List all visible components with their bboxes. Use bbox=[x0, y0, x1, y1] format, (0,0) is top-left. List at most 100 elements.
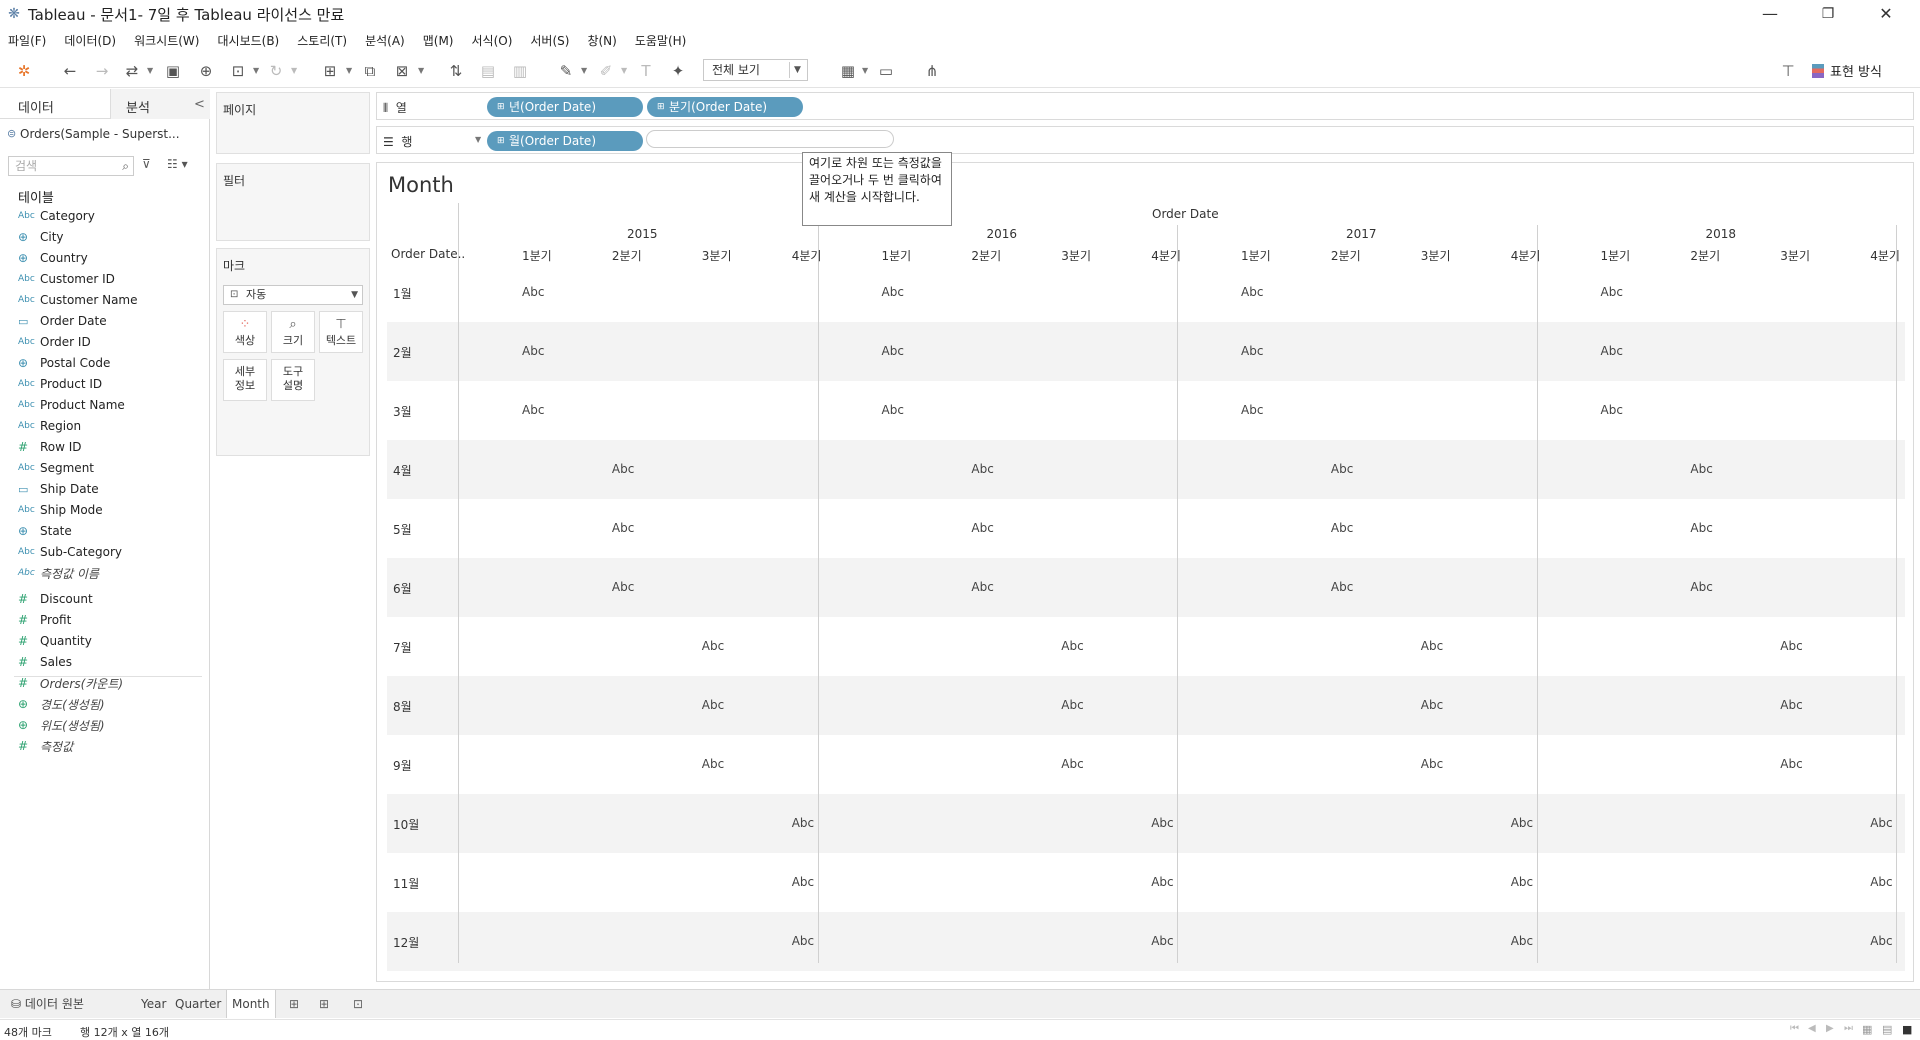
new-story-tab-icon[interactable]: ⊡ bbox=[348, 990, 368, 1018]
chevron-down-icon[interactable]: ▼ bbox=[147, 66, 153, 75]
field-item[interactable]: Abc 측정값 이름 bbox=[18, 563, 99, 583]
mark-text-cell[interactable]: Abc bbox=[1690, 462, 1712, 476]
new-dashboard-tab-icon[interactable]: ⊞ bbox=[314, 990, 334, 1018]
mark-text-cell[interactable]: Abc bbox=[882, 285, 904, 299]
mark-text-cell[interactable]: Abc bbox=[1061, 757, 1083, 771]
sort-ascending-icon[interactable]: ▤ bbox=[478, 61, 498, 81]
mark-text-cell[interactable]: Abc bbox=[1780, 698, 1802, 712]
mark-text-cell[interactable]: Abc bbox=[1331, 462, 1353, 476]
menu-item[interactable]: 워크시트(W) bbox=[134, 32, 199, 49]
show-cards-icon[interactable]: ▦ bbox=[838, 61, 858, 81]
field-item[interactable]: Abc Product ID bbox=[18, 374, 102, 394]
mark-text-cell[interactable]: Abc bbox=[792, 934, 814, 948]
mark-text-cell[interactable]: Abc bbox=[1241, 344, 1263, 358]
nav-prev-icon[interactable]: ◀ bbox=[1808, 1023, 1816, 1034]
mark-text-cell[interactable]: Abc bbox=[1061, 639, 1083, 653]
tab-data[interactable]: 데이터 bbox=[18, 97, 54, 116]
mark-text-cell[interactable]: Abc bbox=[1511, 934, 1533, 948]
mark-text-cell[interactable]: Abc bbox=[1511, 816, 1533, 830]
presentation-icon[interactable]: ▭ bbox=[876, 61, 896, 81]
mark-text-cell[interactable]: Abc bbox=[1061, 698, 1083, 712]
mark-text-cell[interactable]: Abc bbox=[1421, 698, 1443, 712]
view-options-icon[interactable]: ☷ ▾ bbox=[167, 157, 188, 171]
tab-analysis[interactable]: 분석 bbox=[126, 97, 150, 116]
sheet-title[interactable]: Month bbox=[388, 173, 454, 197]
chevron-down-icon[interactable]: ▼ bbox=[253, 66, 259, 75]
mark-text-cell[interactable]: Abc bbox=[1421, 639, 1443, 653]
mark-text-cell[interactable]: Abc bbox=[1780, 757, 1802, 771]
tableau-home-icon[interactable]: ✲ bbox=[14, 61, 34, 81]
duplicate-icon[interactable]: ⧉ bbox=[360, 61, 380, 81]
mark-text-cell[interactable]: Abc bbox=[702, 698, 724, 712]
field-item[interactable]: # Row ID bbox=[18, 437, 82, 457]
field-item[interactable]: ▭ Order Date bbox=[18, 311, 107, 331]
nav-next-icon[interactable]: ▶ bbox=[1826, 1023, 1834, 1034]
mark-text-cell[interactable]: Abc bbox=[971, 580, 993, 594]
field-item[interactable]: ⊕ State bbox=[18, 521, 72, 541]
mark-text-cell[interactable]: Abc bbox=[971, 521, 993, 535]
pages-card[interactable]: 페이지 bbox=[216, 92, 370, 154]
mark-text-cell[interactable]: Abc bbox=[971, 462, 993, 476]
field-search-input[interactable]: 검색 ⌕ bbox=[8, 156, 134, 176]
mark-text-cell[interactable]: Abc bbox=[1331, 580, 1353, 594]
mark-text-cell[interactable]: Abc bbox=[1870, 934, 1892, 948]
pause-updates-icon[interactable]: ⊡ bbox=[228, 61, 248, 81]
group-icon[interactable]: ✐ bbox=[596, 61, 616, 81]
column-pill[interactable]: ⊞ 분기(Order Date) bbox=[647, 97, 803, 117]
view-fit-select[interactable]: 전체 보기 ▼ bbox=[703, 59, 808, 81]
mark-text-cell[interactable]: Abc bbox=[702, 639, 724, 653]
collapse-pane-icon[interactable]: < bbox=[194, 97, 205, 112]
menu-item[interactable]: 맵(M) bbox=[423, 32, 454, 49]
mark-detail-button[interactable]: 세부 정보 bbox=[223, 359, 267, 401]
mark-text-cell[interactable]: Abc bbox=[522, 403, 544, 417]
sheet-tab[interactable]: Quarter bbox=[170, 990, 226, 1018]
mark-text-cell[interactable]: Abc bbox=[1690, 580, 1712, 594]
nav-last-icon[interactable]: ⏭ bbox=[1844, 1023, 1853, 1034]
field-item[interactable]: # Orders(카운트) bbox=[18, 673, 123, 693]
clear-sheet-icon[interactable]: ⊠ bbox=[392, 61, 412, 81]
field-item[interactable]: Abc Region bbox=[18, 416, 81, 436]
sheet-sorter-icon[interactable]: ▦ bbox=[1862, 1023, 1872, 1036]
refresh-icon[interactable]: ↻ bbox=[266, 61, 286, 81]
mark-text-cell[interactable]: Abc bbox=[792, 875, 814, 889]
show-me-button[interactable]: 표현 방식 bbox=[1812, 61, 1882, 80]
menu-item[interactable]: 분석(A) bbox=[365, 32, 405, 49]
mark-type-select[interactable]: ⊡ 자동 ▼ bbox=[223, 285, 363, 305]
mark-text-cell[interactable]: Abc bbox=[1601, 285, 1623, 299]
swap-icon[interactable]: ⇅ bbox=[446, 61, 466, 81]
rows-shelf[interactable]: ☰ 행 ▼ ⊞ 월(Order Date) bbox=[376, 126, 1914, 154]
mark-text-cell[interactable]: Abc bbox=[1421, 757, 1443, 771]
chevron-down-icon[interactable]: ▼ bbox=[475, 135, 481, 144]
share-icon[interactable]: ⋔ bbox=[922, 61, 942, 81]
chevron-down-icon[interactable]: ▼ bbox=[581, 66, 587, 75]
mark-text-cell[interactable]: Abc bbox=[612, 580, 634, 594]
field-item[interactable]: Abc Ship Mode bbox=[18, 500, 103, 520]
field-item[interactable]: # Discount bbox=[18, 589, 93, 609]
field-item[interactable]: Abc Sub-Category bbox=[18, 542, 122, 562]
menu-item[interactable]: 스토리(T) bbox=[297, 32, 347, 49]
filters-card[interactable]: 필터 bbox=[216, 163, 370, 241]
field-item[interactable]: # Sales bbox=[18, 652, 72, 672]
mark-text-cell[interactable]: Abc bbox=[1241, 403, 1263, 417]
menu-item[interactable]: 서식(O) bbox=[472, 32, 513, 49]
new-worksheet-tab-icon[interactable]: ⊞ bbox=[284, 990, 304, 1018]
mark-size-button[interactable]: ⌕ 크기 bbox=[271, 311, 315, 353]
field-item[interactable]: # 측정값 bbox=[18, 736, 73, 756]
field-item[interactable]: Abc Product Name bbox=[18, 395, 125, 415]
nav-first-icon[interactable]: ⏮ bbox=[1790, 1023, 1799, 1034]
mark-text-cell[interactable]: Abc bbox=[1870, 875, 1892, 889]
menu-item[interactable]: 데이터(D) bbox=[64, 32, 116, 49]
worksheet-view[interactable]: 1월 2월 3월 4월 5월 6월 7월 8월 9월 10월 11월 12월 Order Date Ord… bbox=[376, 162, 1914, 982]
field-item[interactable]: ▭ Ship Date bbox=[18, 479, 99, 499]
mark-text-cell[interactable]: Abc bbox=[1601, 403, 1623, 417]
mark-text-cell[interactable]: Abc bbox=[882, 403, 904, 417]
redirect-icon[interactable]: ⇄ bbox=[122, 61, 142, 81]
field-item[interactable]: Abc Category bbox=[18, 206, 95, 226]
field-item[interactable]: ⊕ 경도(생성됨) bbox=[18, 694, 105, 714]
mark-text-cell[interactable]: Abc bbox=[792, 816, 814, 830]
mark-text-cell[interactable]: Abc bbox=[882, 344, 904, 358]
chevron-down-icon[interactable]: ▼ bbox=[291, 66, 297, 75]
mark-text-cell[interactable]: Abc bbox=[1601, 344, 1623, 358]
filter-fields-icon[interactable]: ⊽ bbox=[142, 157, 151, 171]
mark-text-cell[interactable]: Abc bbox=[612, 462, 634, 476]
